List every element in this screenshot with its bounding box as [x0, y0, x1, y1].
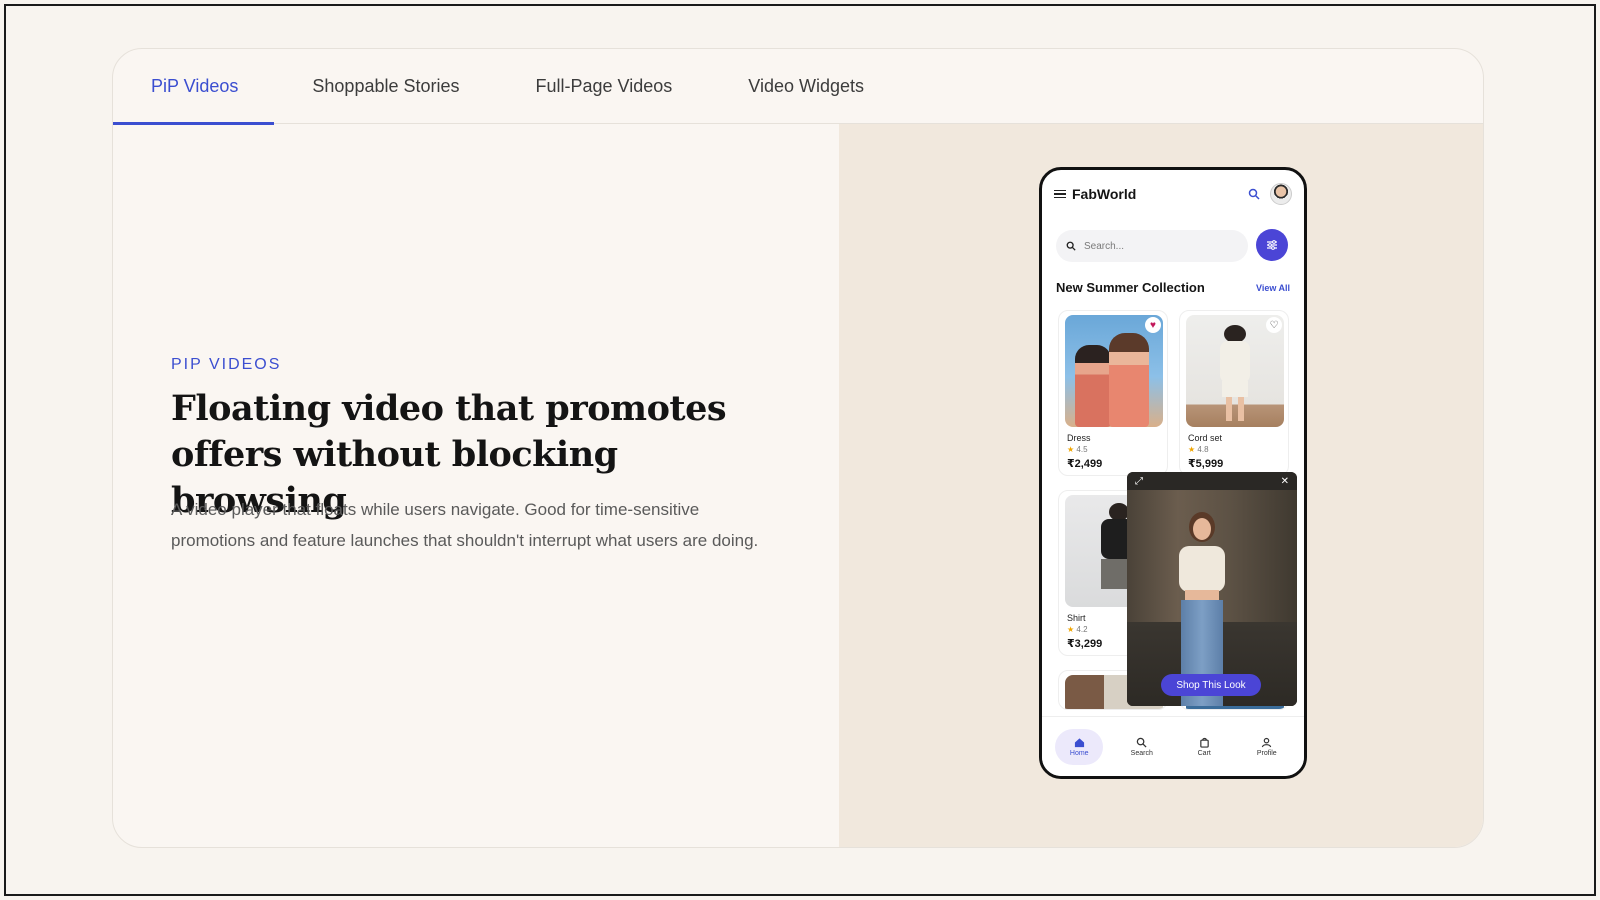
product-name: Dress [1067, 433, 1091, 443]
star-icon: ★ [1067, 445, 1075, 454]
collection-header: New Summer Collection View All [1056, 280, 1290, 295]
app-header: FabWorld [1042, 170, 1304, 218]
search-icon[interactable] [1248, 188, 1260, 200]
product-rating: ★ 4.5 [1067, 445, 1088, 454]
phone-mockup: FabWorld Search... New Summer Collection… [1039, 167, 1307, 779]
description: A video player that floats while users n… [171, 500, 759, 550]
tab-video-widgets[interactable]: Video Widgets [710, 49, 902, 124]
expand-icon[interactable]: ⤢ [1135, 476, 1143, 487]
heart-icon[interactable]: ♥ [1145, 317, 1161, 333]
close-icon[interactable]: ✕ [1281, 476, 1289, 487]
tab-full-page-videos[interactable]: Full-Page Videos [498, 49, 711, 124]
search-icon [1136, 737, 1147, 748]
star-icon: ★ [1067, 625, 1075, 634]
content-panel: PIP VIDEOS Floating video that promotes … [113, 124, 839, 847]
star-icon: ★ [1188, 445, 1196, 454]
search-placeholder: Search... [1084, 240, 1125, 252]
view-all-link[interactable]: View All [1256, 283, 1290, 293]
product-name: Cord set [1188, 433, 1223, 443]
product-price: ₹5,999 [1188, 458, 1224, 470]
nav-search[interactable]: Search [1118, 729, 1166, 765]
menu-icon[interactable] [1054, 189, 1066, 199]
eyebrow-label: PIP VIDEOS [171, 356, 282, 373]
search-icon [1066, 241, 1076, 251]
sliders-icon [1267, 240, 1277, 250]
section-title: New Summer Collection [1056, 280, 1205, 295]
app-brand: FabWorld [1072, 186, 1137, 202]
product-card-cord-set[interactable]: ♡ Cord set ★ 4.8 ₹5,999 [1179, 310, 1289, 476]
tab-shoppable-stories[interactable]: Shoppable Stories [274, 49, 497, 124]
avatar[interactable] [1270, 183, 1292, 205]
preview-panel: FabWorld Search... New Summer Collection… [839, 124, 1483, 847]
product-name: Shirt [1067, 613, 1086, 623]
feature-card: PiP Videos Shoppable Stories Full-Page V… [112, 48, 1484, 848]
product-rating: ★ 4.2 [1067, 625, 1088, 634]
cart-icon [1199, 737, 1209, 748]
product-rating: ★ 4.8 [1188, 445, 1209, 454]
pip-video-player[interactable]: ⤢ ✕ Shop This Look [1127, 472, 1297, 706]
nav-cart[interactable]: Cart [1180, 729, 1228, 765]
tab-pip-videos[interactable]: PiP Videos [113, 49, 275, 125]
product-card-dress[interactable]: ♥ Dress ★ 4.5 ₹2,499 [1058, 310, 1168, 476]
product-price: ₹2,499 [1067, 458, 1103, 470]
heart-outline-icon[interactable]: ♡ [1266, 317, 1282, 333]
pip-controls: ⤢ ✕ [1127, 472, 1297, 490]
nav-home[interactable]: Home [1055, 728, 1104, 765]
profile-icon [1262, 737, 1272, 747]
nav-profile[interactable]: Profile [1243, 729, 1291, 765]
filter-button[interactable] [1256, 229, 1288, 261]
tab-bar: PiP Videos Shoppable Stories Full-Page V… [113, 49, 1483, 125]
bottom-nav: Home Search Cart Profile [1042, 716, 1304, 776]
shop-this-look-button[interactable]: Shop This Look [1161, 674, 1261, 696]
home-icon [1074, 737, 1084, 747]
product-price: ₹3,299 [1067, 638, 1103, 650]
search-input[interactable]: Search... [1056, 230, 1248, 262]
